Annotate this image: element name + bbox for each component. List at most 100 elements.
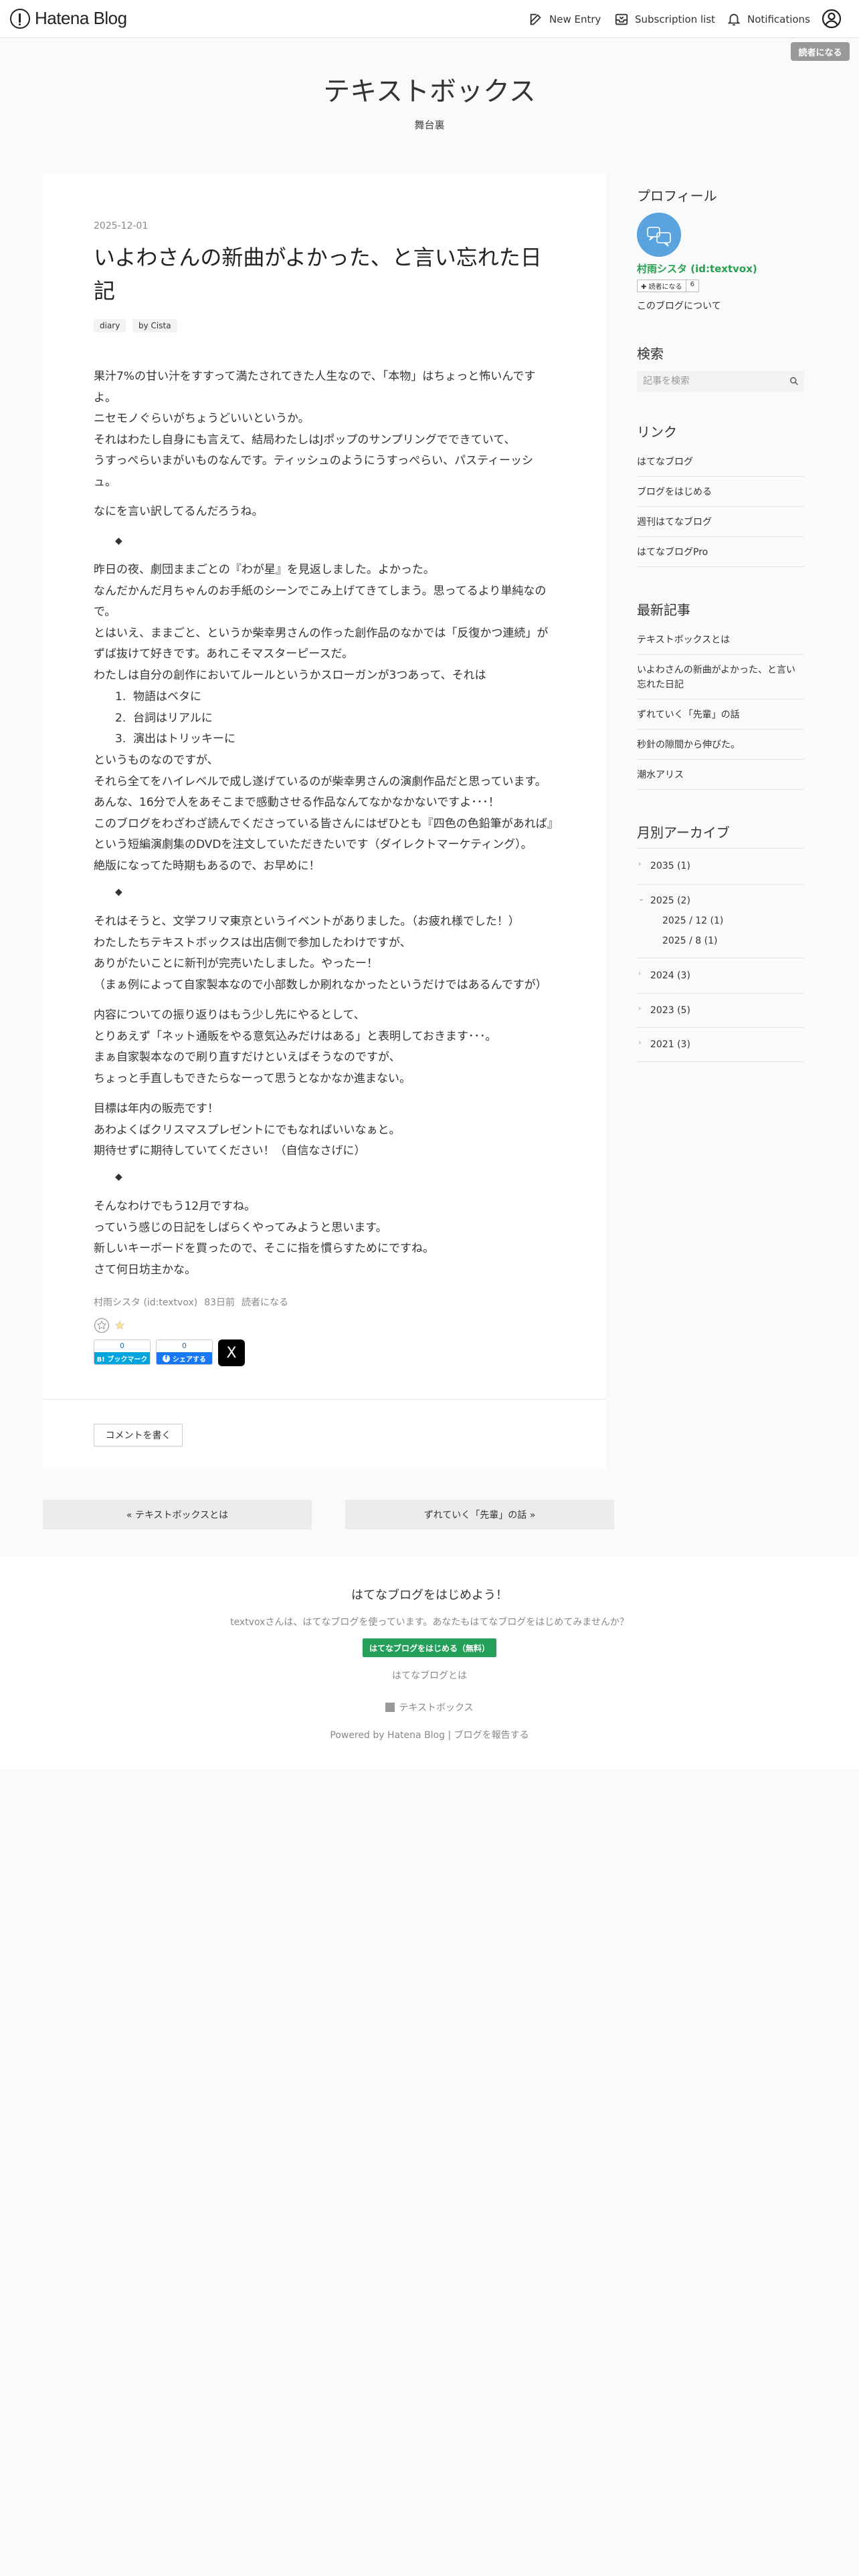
author-link[interactable]: 村雨シスタ (id:textvox)	[94, 1295, 197, 1309]
footer-blog-link[interactable]: テキストボックス	[0, 1701, 859, 1714]
plus-icon: ✚	[641, 284, 649, 291]
subscribe-badge-button[interactable]: 読者になる	[791, 42, 850, 61]
text-line: あわよくばクリスマスプレゼントにでもなればいいなぁと。	[94, 1123, 401, 1137]
entry-ago[interactable]: 83日前	[204, 1295, 235, 1309]
archive-year[interactable]: 2021 (3)	[650, 1039, 690, 1050]
archive-month[interactable]: 2025 / 8 (1)	[662, 936, 717, 946]
sidebar-link-weekly[interactable]: 週刊はてなブログ	[637, 515, 804, 530]
archive-year[interactable]: 2024 (3)	[650, 970, 690, 981]
notifications-label: Notifications	[747, 13, 810, 25]
bookmark-count: 0	[120, 1341, 124, 1350]
entry-paragraph: なにを言い訳してるんだろうね。	[94, 502, 562, 523]
star-color-icon[interactable]	[114, 1319, 126, 1331]
sidebar-link-start-blog[interactable]: ブログをはじめる	[637, 485, 804, 500]
text-line: なにを言い訳してるんだろうね。	[94, 505, 264, 518]
chevron-right-icon[interactable]: ›	[638, 969, 641, 978]
sidebar-link-hatena-blog[interactable]: はてなブログ	[637, 455, 804, 469]
x-share-button[interactable]: X	[218, 1339, 245, 1366]
profile-subscribe-button[interactable]: ✚ 読者になる 6	[637, 280, 699, 292]
about-hatena-blog-link[interactable]: はてなブログとは	[0, 1669, 859, 1682]
text-line: ずば抜けて好きです。あれこそマスターピースだ。	[94, 647, 353, 661]
recent-entry[interactable]: いよわさんの新曲がよかった、と言い忘れた日記	[637, 663, 804, 692]
hatena-logo-icon	[10, 8, 30, 29]
text-line: で。	[94, 605, 116, 619]
text-line: とりあえず「ネット通販をやる意気込みだけはある」と表明しておきます･･･。	[94, 1029, 497, 1043]
about-blog-link[interactable]: このブログについて	[637, 299, 721, 312]
sidebar-divider	[637, 506, 804, 507]
text-line: さて何日坊主かな。	[94, 1263, 196, 1277]
search-input[interactable]	[643, 376, 777, 387]
subscribe-link[interactable]: 読者になる	[242, 1295, 288, 1309]
recent-entry[interactable]: 潮水アリス	[637, 768, 804, 782]
entry-paragraph: 内容についての振り返りはもう少し先にやるとして、 とりあえず「ネット通販をやる意…	[94, 1005, 562, 1089]
section-divider-diamond: ◆	[115, 1172, 122, 1182]
text-line: なんだかんだ月ちゃんのお手紙のシーンでこみ上げてきてしまう。思ってるより単純なの	[94, 584, 547, 598]
recent-entry[interactable]: 秒針の隙間から伸びた。	[637, 738, 804, 752]
tag-diary[interactable]: diary	[94, 319, 126, 332]
subscriber-count: 6	[686, 280, 699, 292]
chevron-right-icon[interactable]: ›	[638, 1038, 641, 1047]
ordered-list: 1. 物語はベタに 2. 台詞はリアルに 3. 演出はトリッキーに	[115, 687, 235, 750]
text-line: よ。	[94, 391, 116, 405]
text-line: わたしは自分の創作においてルールというかスローガンが3つあって、それは	[94, 668, 486, 682]
search-icon[interactable]	[789, 376, 799, 387]
bookmark-label: B! ブックマーク	[94, 1352, 150, 1364]
archive-year[interactable]: 2035 (1)	[650, 861, 690, 871]
blog-title[interactable]: テキストボックス	[0, 70, 859, 108]
search-heading: 検索	[637, 346, 664, 362]
pager-next[interactable]: ずれていく「先輩」の話 »	[345, 1500, 614, 1529]
section-divider-diamond: ◆	[115, 536, 122, 546]
recent-entry[interactable]: ずれていく「先輩」の話	[637, 708, 804, 722]
profile-name[interactable]: 村雨シスタ (id:textvox)	[637, 261, 757, 276]
facebook-label-text: シェアする	[173, 1356, 206, 1364]
text-line: それはそうと、文学フリマ東京というイベントがありました。（お疲れ様でした！）	[94, 915, 520, 928]
text-line: わたしたちテキストボックスは出店側で参加したわけですが、	[94, 936, 411, 950]
user-menu-button[interactable]	[822, 9, 842, 31]
text-line: そんなわけでもう12月ですね。	[94, 1200, 256, 1213]
facebook-share-button[interactable]: 0 f シェアする	[156, 1339, 213, 1365]
text-line: という短編演劇集のDVDを注文していただきたいです（ダイレクトマーケティング）。	[94, 838, 533, 852]
cta-title: はてなブログをはじめよう！	[351, 1588, 508, 1602]
sidebar-divider	[637, 476, 804, 477]
pencil-square-icon	[530, 13, 541, 25]
entry-footer: 村雨シスタ (id:textvox) 83日前 読者になる	[94, 1295, 288, 1309]
text-line: 果汁7%の甘い汁をすすって満たされてきた人生なので、「本物」はちょっと怖いんです	[94, 370, 536, 383]
hatena-bookmark-button[interactable]: 0 B! ブックマーク	[94, 1339, 151, 1365]
section-divider-diamond: ◆	[115, 887, 122, 897]
avatar[interactable]	[637, 213, 681, 257]
subscription-list-link[interactable]: Subscription list	[614, 0, 715, 38]
facebook-count: 0	[182, 1341, 187, 1350]
text-line: 新しいキーボードを買ったので、そこに指を慣らすためにですね。	[94, 1242, 434, 1256]
chevron-right-icon[interactable]: ›	[638, 1004, 641, 1012]
write-comment-button[interactable]: コメントを書く	[94, 1424, 183, 1446]
powered-by[interactable]: Powered by Hatena Blog | ブログを報告する	[0, 1728, 859, 1741]
archive-year[interactable]: 2023 (5)	[650, 1005, 690, 1016]
tag-by-cista[interactable]: by Cista	[132, 319, 177, 332]
sidebar-divider	[637, 1061, 804, 1062]
add-star-icon[interactable]	[94, 1317, 110, 1333]
notifications-link[interactable]: Notifications	[727, 0, 810, 38]
chevron-down-icon[interactable]: ⌄	[638, 894, 644, 903]
entry-date[interactable]: 2025-12-01	[94, 221, 148, 231]
entry-title-line: いよわさんの新曲がよかった、と言い忘れた日	[94, 245, 542, 270]
new-entry-link[interactable]: New Entry	[529, 0, 601, 38]
entry-title[interactable]: いよわさんの新曲がよかった、と言い忘れた日 記	[94, 241, 562, 308]
pager-prev[interactable]: « テキストボックスとは	[43, 1500, 312, 1529]
hatena-blog-logo[interactable]: Hatena Blog	[10, 8, 127, 29]
sidebar-divider	[637, 536, 804, 537]
sidebar-link-pro[interactable]: はてなブログPro	[637, 545, 804, 560]
archive-month[interactable]: 2025 / 12 (1)	[662, 916, 723, 926]
list-item: 1. 物語はベタに	[115, 690, 202, 704]
entry-paragraph: 目標は年内の販売です！ あわよくばクリスマスプレゼントにでもなればいいなぁと。 …	[94, 1099, 562, 1162]
archive-year[interactable]: 2025 (2)	[650, 895, 690, 906]
cta-description: textvoxさんは、はてなブログを使っています。あなたもはてなブログをはじめて…	[230, 1617, 629, 1628]
sidebar-divider	[637, 759, 804, 760]
recent-entry[interactable]: テキストボックスとは	[637, 633, 804, 647]
text-line: 絶版になってた時期もあるので、お早めに！	[94, 859, 320, 873]
chevron-right-icon[interactable]: ›	[638, 859, 641, 868]
entry-paragraph: 果汁7%の甘い汁をすすって満たされてきた人生なので、「本物」はちょっと怖いんです…	[94, 366, 562, 494]
new-entry-label: New Entry	[549, 13, 601, 25]
list-item-text: 物語はベタに	[133, 690, 202, 704]
footer-blog-name: テキストボックス	[399, 1703, 474, 1713]
start-blog-button[interactable]: はてなブログをはじめる（無料）	[363, 1638, 496, 1657]
